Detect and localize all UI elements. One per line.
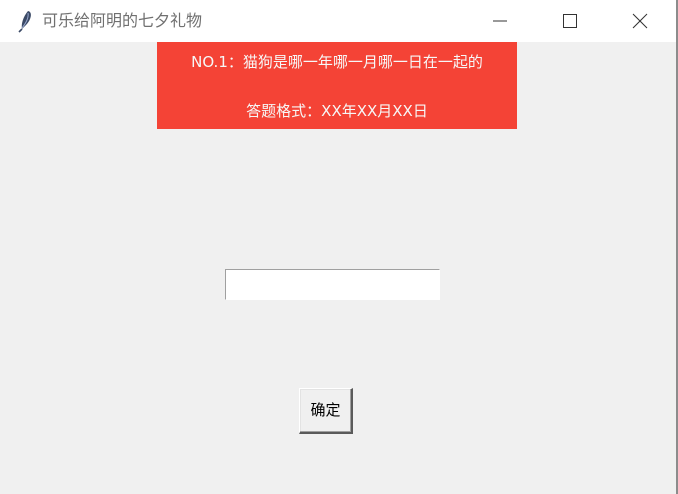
- close-button[interactable]: [617, 0, 663, 42]
- window-title: 可乐给阿明的七夕礼物: [42, 11, 203, 30]
- answer-input[interactable]: [225, 269, 440, 300]
- answer-format-hint: 答题格式：XX年XX月XX日: [246, 102, 428, 120]
- maximize-button[interactable]: [547, 0, 593, 42]
- maximize-icon: [563, 14, 577, 28]
- feather-icon: [14, 9, 36, 33]
- question-banner: NO.1：猫狗是哪一年哪一月哪一日在一起的 答题格式：XX年XX月XX日: [157, 42, 517, 129]
- minimize-icon: [493, 20, 507, 22]
- app-window: 可乐给阿明的七夕礼物 NO.1：猫狗是哪一年哪一月哪一日在一起的 答题格式：XX…: [0, 0, 678, 494]
- close-icon: [632, 13, 648, 29]
- confirm-button[interactable]: 确定: [299, 388, 353, 434]
- minimize-button[interactable]: [477, 0, 523, 42]
- title-bar[interactable]: 可乐给阿明的七夕礼物: [0, 0, 676, 42]
- question-text: NO.1：猫狗是哪一年哪一月哪一日在一起的: [191, 53, 483, 71]
